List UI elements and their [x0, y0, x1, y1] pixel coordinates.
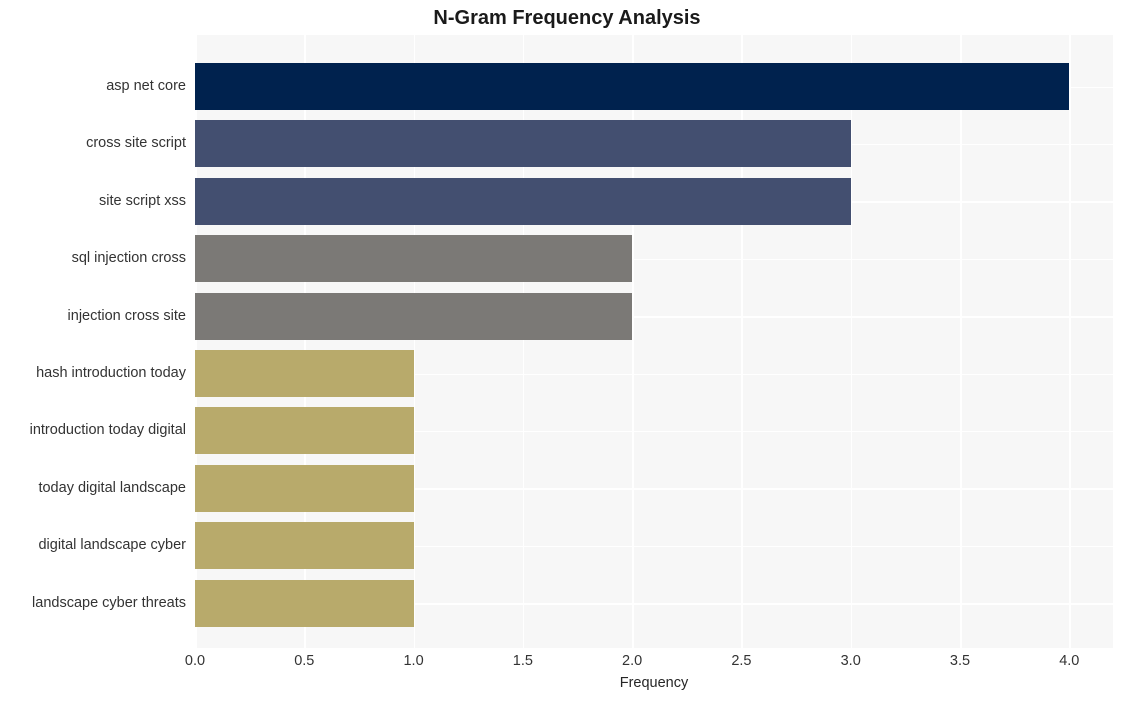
y-axis-tick-label: injection cross site: [67, 307, 186, 324]
x-axis-tick-label: 2.5: [731, 653, 752, 669]
y-axis-tick-label: asp net core: [106, 78, 186, 94]
bar[interactable]: [195, 350, 414, 397]
bar-row: [195, 235, 1113, 292]
bar[interactable]: [195, 522, 414, 570]
x-axis-tick-label: 0.5: [294, 653, 315, 669]
bar-row: [195, 407, 1113, 464]
y-axis-tick-label: digital landscape cyber: [38, 537, 186, 554]
bar[interactable]: [195, 292, 633, 340]
bar-row: [195, 464, 1113, 522]
chart-title: N-Gram Frequency Analysis: [433, 7, 701, 29]
bar[interactable]: [195, 63, 1070, 110]
x-axis-tick-label: 0.0: [184, 653, 206, 669]
bar[interactable]: [195, 407, 414, 455]
bar-row: [195, 177, 1113, 235]
x-axis-title: Frequency: [619, 675, 689, 691]
chart-figure: N-Gram Frequency Analysis asp net core cr…: [0, 0, 1134, 701]
plot-area: [195, 35, 1113, 648]
x-axis-tick-label: 2.0: [622, 653, 643, 669]
bar-row: [195, 522, 1113, 579]
y-axis-tick-labels: asp net core cross site script site script…: [0, 35, 186, 648]
bar-row: [195, 350, 1113, 407]
y-axis-tick-label: site script xss: [98, 192, 186, 209]
x-axis-tick-label: 4.0: [1059, 653, 1080, 669]
x-axis-tick-label: 1.0: [403, 653, 424, 669]
x-axis-tick-label: 1.5: [512, 653, 533, 669]
y-axis-tick-label: today digital landscape: [38, 479, 186, 496]
y-axis-tick-label: hash introduction today: [36, 365, 186, 381]
bar[interactable]: [195, 235, 633, 283]
bar-row: [195, 63, 1113, 120]
bar-row: [195, 120, 1113, 177]
y-axis-tick-label: cross site script: [86, 135, 186, 152]
bar-row: [195, 579, 1113, 637]
bar[interactable]: [195, 177, 851, 225]
bar[interactable]: [195, 120, 851, 168]
x-axis-tick-label: 3.5: [949, 653, 971, 669]
x-axis-tick-labels: 0.0 0.5 1.0 1.5 2.0 2.5 3.0 3.5 4.0: [185, 652, 1113, 674]
y-axis-tick-label: introduction today digital: [29, 422, 186, 439]
bar[interactable]: [195, 579, 414, 627]
y-axis-tick-label: landscape cyber threats: [32, 594, 186, 611]
y-axis-tick-label: sql injection cross: [71, 250, 186, 267]
bar[interactable]: [195, 464, 414, 512]
x-axis-tick-label: 3.0: [840, 653, 861, 669]
bar-row: [195, 292, 1113, 350]
